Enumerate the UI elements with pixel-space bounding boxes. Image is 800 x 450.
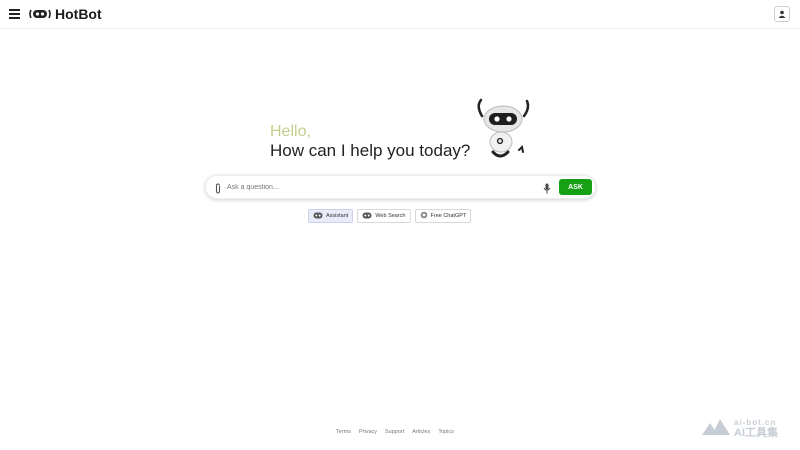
paperclip-icon[interactable] [214,181,222,199]
headline-text: How can I help you today? [270,141,471,160]
mode-selector: Assistant Web Search Free ChatGPT [308,209,472,223]
footer-link-privacy[interactable]: Privacy [359,429,377,435]
chatgpt-icon [420,211,428,221]
mode-chip-web-search[interactable]: Web Search [357,209,411,223]
watermark: ai-bot.cn AI工具集 [702,417,778,440]
top-bar: HotBot [0,0,800,29]
watermark-label: AI工具集 [734,427,778,439]
mode-label: Web Search [375,213,406,219]
footer-link-support[interactable]: Support [385,429,404,435]
mode-chip-assistant[interactable]: Assistant [308,209,354,223]
footer-links: Terms Privacy Support Articles Topics [336,429,454,435]
user-icon[interactable] [774,6,790,22]
hamburger-menu-icon[interactable] [9,9,20,19]
brand-link[interactable]: HotBot [29,5,102,23]
footer-link-terms[interactable]: Terms [336,429,351,435]
greeting-text: Hello, [270,123,311,140]
mode-chip-free-chatgpt[interactable]: Free ChatGPT [414,209,472,223]
search-bar: ASK [205,175,596,199]
ask-button[interactable]: ASK [559,179,592,195]
search-input[interactable] [227,179,537,195]
footer-link-articles[interactable]: Articles [412,429,430,435]
web-search-icon [362,212,372,221]
watermark-logo-icon [702,417,732,440]
footer-link-topics[interactable]: Topics [438,429,454,435]
mode-label: Assistant [326,213,349,219]
assistant-icon [313,212,323,221]
robot-logo-icon [29,8,51,20]
robot-mascot-icon [472,98,534,169]
watermark-domain: ai-bot.cn [734,418,777,427]
brand-name: HotBot [55,6,102,22]
microphone-icon[interactable] [543,181,551,199]
mode-label: Free ChatGPT [430,213,467,219]
watermark-text: ai-bot.cn AI工具集 [734,418,778,439]
